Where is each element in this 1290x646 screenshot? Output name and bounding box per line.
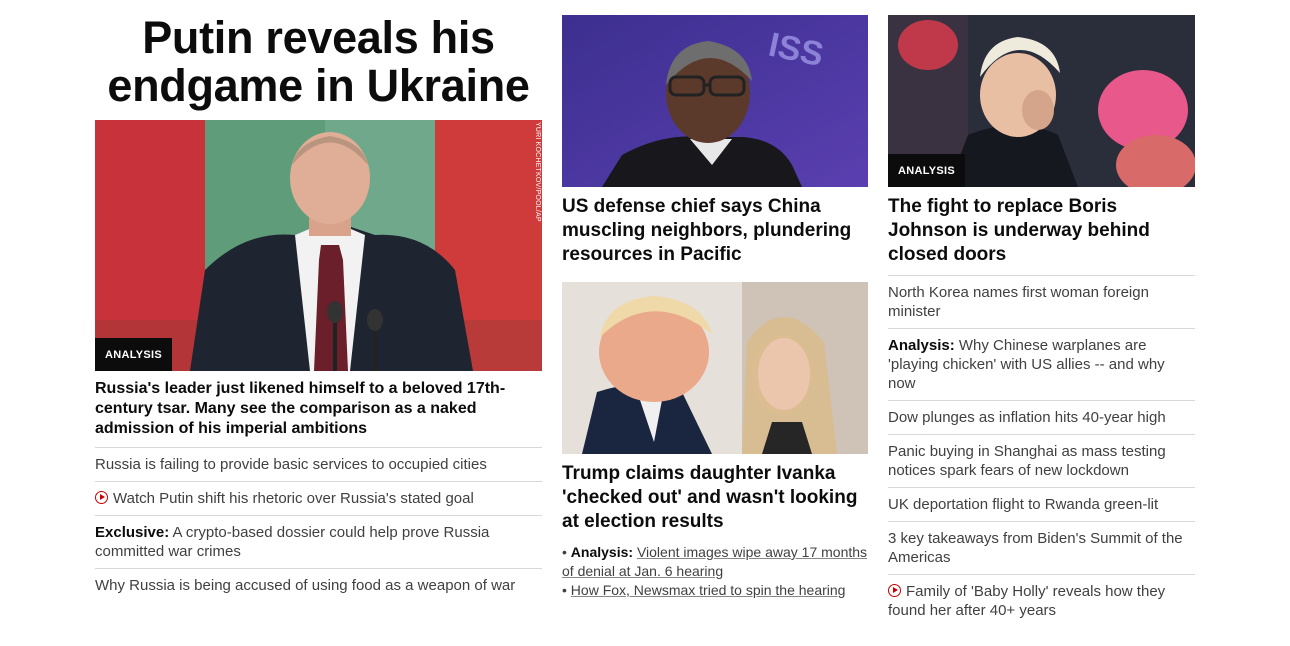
play-circle-icon — [95, 491, 108, 504]
list-item[interactable]: Exclusive: A crypto-based dossier could … — [95, 515, 542, 568]
right-links-list: North Korea names first woman foreign mi… — [888, 275, 1195, 627]
putin-photo-art — [95, 120, 542, 371]
hero-headline[interactable]: Putin reveals his endgame in Ukraine — [95, 14, 542, 110]
trump-sublinks: • Analysis: Violent images wipe away 17 … — [562, 543, 868, 600]
defense-chief-headline[interactable]: US defense chief says China muscling nei… — [562, 195, 868, 267]
putin-photo[interactable]: YURI KOCHETKOV/POOL/AP ANALYSIS — [95, 120, 542, 371]
sublink-text[interactable]: How Fox, Newsmax tried to spin the heari… — [571, 582, 846, 598]
link-text: 3 key takeaways from Biden's Summit of t… — [888, 530, 1183, 566]
lead-story-column: Putin reveals his endgame in Ukraine YUR… — [95, 0, 542, 602]
defense-chief-photo[interactable]: ISS — [562, 15, 868, 187]
link-text: Dow plunges as inflation hits 40-year hi… — [888, 409, 1166, 426]
list-item[interactable]: Panic buying in Shanghai as mass testing… — [888, 434, 1195, 487]
analysis-badge: ANALYSIS — [888, 154, 966, 187]
list-item[interactable]: 3 key takeaways from Biden's Summit of t… — [888, 521, 1195, 574]
link-text: Family of 'Baby Holly' reveals how they … — [888, 583, 1166, 619]
sublink-item[interactable]: • How Fox, Newsmax tried to spin the hea… — [562, 581, 868, 600]
news-page: Putin reveals his endgame in Ukraine YUR… — [0, 0, 1290, 646]
list-item[interactable]: North Korea names first woman foreign mi… — [888, 275, 1195, 328]
bullet: • — [562, 544, 567, 560]
link-text: North Korea names first woman foreign mi… — [888, 284, 1149, 320]
link-text: Panic buying in Shanghai as mass testing… — [888, 443, 1166, 479]
photo-credit: YURI KOCHETKOV/POOL/AP — [534, 122, 541, 222]
list-item[interactable]: Dow plunges as inflation hits 40-year hi… — [888, 400, 1195, 434]
trump-headline[interactable]: Trump claims daughter Ivanka 'checked ou… — [562, 462, 868, 534]
middle-column: ISS US defense chief says China muscling… — [562, 0, 868, 600]
trump-photo[interactable] — [562, 282, 868, 454]
list-item[interactable]: Analysis: Why Chinese warplanes are 'pla… — [888, 328, 1195, 400]
list-item[interactable]: Family of 'Baby Holly' reveals how they … — [888, 574, 1195, 627]
defense-chief-photo-art: ISS — [562, 15, 868, 187]
list-item[interactable]: Watch Putin shift his rhetoric over Russ… — [95, 481, 542, 515]
list-item[interactable]: UK deportation flight to Rwanda green-li… — [888, 487, 1195, 521]
boris-johnson-photo[interactable]: ANALYSIS — [888, 15, 1195, 187]
bullet: • — [562, 582, 567, 598]
link-text: Watch Putin shift his rhetoric over Russ… — [113, 490, 474, 507]
link-text: Why Russia is being accused of using foo… — [95, 577, 516, 594]
list-item[interactable]: Why Russia is being accused of using foo… — [95, 568, 542, 602]
right-column: ANALYSIS The fight to replace Boris John… — [888, 0, 1195, 627]
related-links-list: Russia is failing to provide basic servi… — [95, 447, 542, 602]
analysis-badge: ANALYSIS — [95, 338, 173, 371]
link-text: Russia is failing to provide basic servi… — [95, 456, 487, 473]
link-text: UK deportation flight to Rwanda green-li… — [888, 496, 1159, 513]
link-prefix: Analysis: — [888, 337, 955, 354]
play-circle-icon — [888, 584, 901, 597]
boris-headline[interactable]: The fight to replace Boris Johnson is un… — [888, 195, 1195, 267]
sublink-prefix: Analysis: — [570, 544, 634, 560]
lead-story-headline[interactable]: Russia's leader just likened himself to … — [95, 379, 542, 439]
link-prefix: Exclusive: — [95, 524, 170, 541]
sublink-item[interactable]: • Analysis: Violent images wipe away 17 … — [562, 543, 868, 581]
list-item[interactable]: Russia is failing to provide basic servi… — [95, 447, 542, 481]
trump-photo-art — [562, 282, 868, 454]
